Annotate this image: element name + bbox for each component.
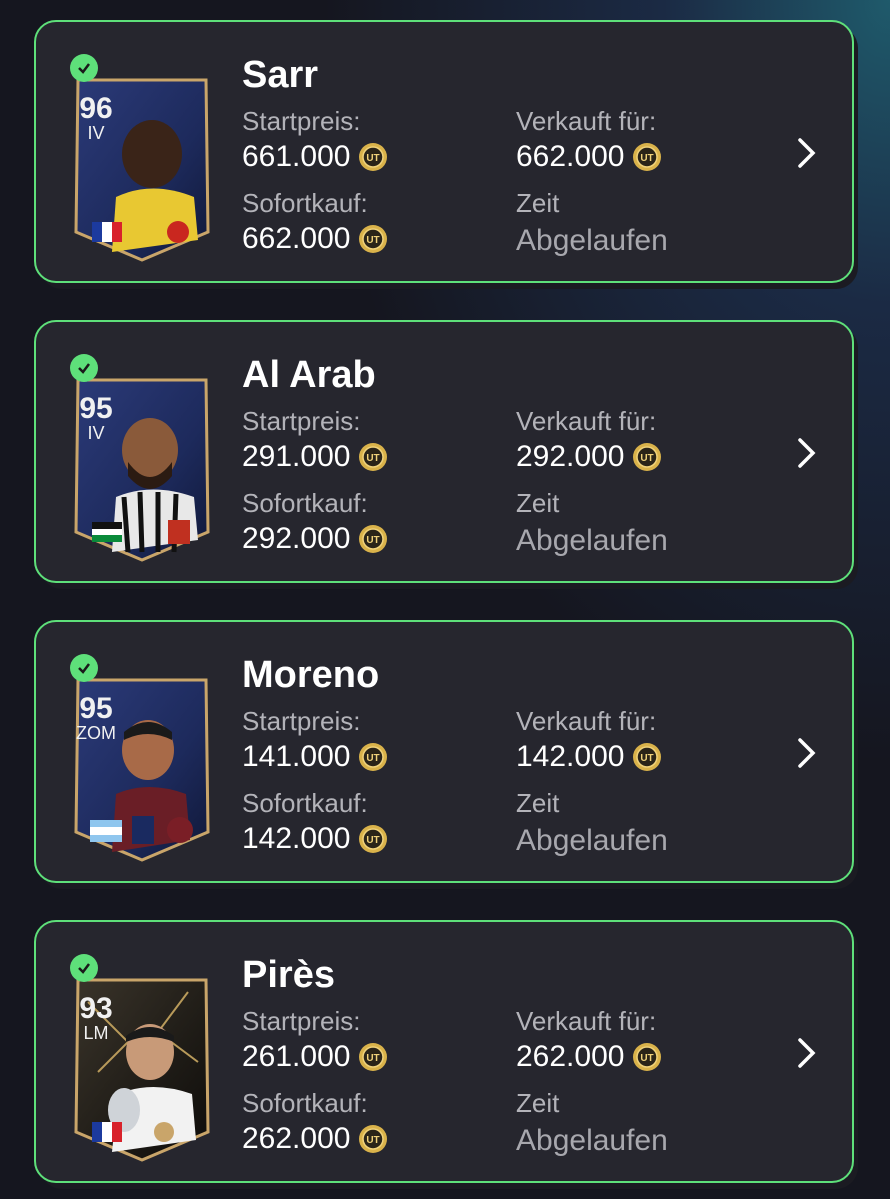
svg-text:UT: UT (641, 153, 654, 164)
time-label: Zeit (516, 788, 560, 818)
buy-now-value: 142.000 UT (242, 822, 388, 856)
sold-for-value: 262.000 UT (516, 1040, 662, 1074)
buy-now-label: Sofortkauf: (242, 1088, 368, 1118)
coin-icon: UT (633, 743, 662, 771)
listing-card[interactable]: 95 ZOM Moreno Startpreis: 141.000 UT Sofo… (34, 620, 854, 883)
svg-text:UT: UT (367, 753, 380, 764)
start-price-value: 291.000 UT (242, 440, 388, 474)
sold-for-label: Verkauft für: (516, 1006, 657, 1036)
time-status: Abgelaufen (516, 824, 668, 857)
screen: { "labels": { "start_price": "Startpreis… (0, 0, 890, 1199)
player-name: Sarr (242, 54, 319, 96)
check-icon (70, 54, 98, 82)
svg-text:UT: UT (367, 453, 380, 464)
sold-for-value: 142.000 UT (516, 740, 662, 774)
start-price-value: 141.000 UT (242, 740, 388, 774)
sold-for-value: 292.000 UT (516, 440, 662, 474)
svg-text:UT: UT (367, 835, 380, 846)
coin-icon: UT (633, 1043, 662, 1071)
coin-icon: UT (359, 525, 388, 553)
coin-icon: UT (359, 225, 388, 253)
sold-for-label: Verkauft für: (516, 406, 657, 436)
svg-text:UT: UT (367, 153, 380, 164)
coin-icon: UT (359, 443, 388, 471)
chevron-right-icon[interactable] (794, 736, 820, 770)
svg-text:UT: UT (641, 453, 654, 464)
svg-text:UT: UT (641, 1053, 654, 1064)
player-position: IV (87, 123, 105, 143)
sold-for-value: 662.000 UT (516, 140, 662, 174)
player-rating: 96 (79, 92, 113, 125)
player-rating: 93 (79, 992, 113, 1025)
buy-now-label: Sofortkauf: (242, 188, 368, 218)
start-price-value: 261.000 UT (242, 1040, 388, 1074)
listing-card[interactable]: 93 LM Pirès Startpreis: 261.000 UT Sofort… (34, 920, 854, 1183)
chevron-right-icon[interactable] (794, 1036, 820, 1070)
check-icon (70, 654, 98, 682)
svg-text:UT: UT (367, 235, 380, 246)
svg-text:UT: UT (367, 1135, 380, 1146)
buy-now-label: Sofortkauf: (242, 788, 368, 818)
check-icon (70, 954, 98, 982)
player-position: LM (83, 1023, 109, 1043)
sold-for-label: Verkauft für: (516, 106, 657, 136)
time-status: Abgelaufen (516, 1124, 668, 1157)
start-price-label: Startpreis: (242, 406, 361, 436)
start-price-label: Startpreis: (242, 706, 361, 736)
start-price-label: Startpreis: (242, 1006, 361, 1036)
time-status: Abgelaufen (516, 224, 668, 257)
check-icon (70, 354, 98, 382)
chevron-right-icon[interactable] (794, 136, 820, 170)
player-rating: 95 (79, 692, 113, 725)
player-rating: 95 (79, 392, 113, 425)
coin-icon: UT (359, 743, 388, 771)
player-name: Moreno (242, 654, 380, 696)
buy-now-value: 262.000 UT (242, 1122, 388, 1156)
buy-now-value: 292.000 UT (242, 522, 388, 556)
listing-card[interactable]: 95 IV Al Arab Startpreis: 291.000 UT Sofo… (34, 320, 854, 583)
coin-icon: UT (359, 1125, 388, 1153)
time-label: Zeit (516, 188, 560, 218)
start-price-label: Startpreis: (242, 106, 361, 136)
coin-icon: UT (633, 443, 662, 471)
coin-icon: UT (359, 825, 388, 853)
start-price-value: 661.000 UT (242, 140, 388, 174)
buy-now-label: Sofortkauf: (242, 488, 368, 518)
buy-now-value: 662.000 UT (242, 222, 388, 256)
svg-text:UT: UT (641, 753, 654, 764)
player-position: ZOM (76, 723, 116, 743)
player-name: Pirès (242, 954, 335, 996)
player-name: Al Arab (242, 354, 376, 396)
player-position: IV (87, 423, 105, 443)
svg-text:UT: UT (367, 1053, 380, 1064)
sold-for-label: Verkauft für: (516, 706, 657, 736)
time-label: Zeit (516, 488, 560, 518)
coin-icon: UT (359, 143, 388, 171)
coin-icon: UT (633, 143, 662, 171)
svg-text:UT: UT (367, 535, 380, 546)
time-status: Abgelaufen (516, 524, 668, 557)
chevron-right-icon[interactable] (794, 436, 820, 470)
listing-card[interactable]: 96 IV Sarr Startpreis: 661.000 UT Sofortk… (34, 20, 854, 283)
coin-icon: UT (359, 1043, 388, 1071)
time-label: Zeit (516, 1088, 560, 1118)
